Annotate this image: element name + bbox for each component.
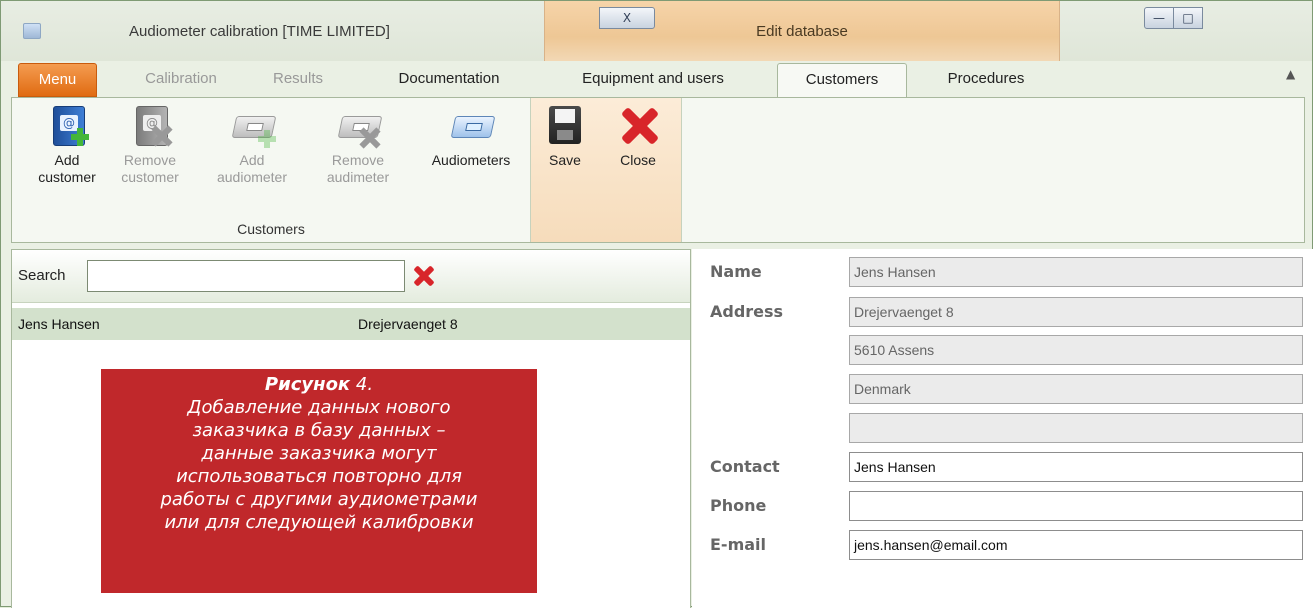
name-label: Name	[710, 262, 762, 281]
application-window: Audiometer calibration [TIME LIMITED] Ed…	[0, 0, 1313, 608]
tab-equipment-and-users[interactable]: Equipment and users	[553, 63, 753, 97]
remove-customer-button[interactable]: @ Remove customer	[112, 106, 188, 186]
caption-line: данные заказчика могут	[201, 443, 437, 464]
figure-caption: Рисунок 4. Добавление данных нового зака…	[101, 369, 537, 593]
ribbon-group-customers: @ Add customer @ Remove customer Add aud…	[12, 98, 531, 242]
tab-customers[interactable]: Customers	[777, 63, 907, 99]
tab-procedures[interactable]: Procedures	[926, 63, 1046, 97]
phone-field[interactable]	[849, 491, 1303, 521]
audiometer-remove-icon	[336, 106, 383, 148]
add-audiometer-label-line2: audiometer	[216, 169, 288, 185]
save-button[interactable]: Save	[542, 106, 588, 169]
email-label: E-mail	[710, 535, 767, 554]
add-customer-label-line2: customer	[38, 169, 96, 185]
maximize-button[interactable]: □	[1173, 7, 1203, 29]
audiometer-icon	[449, 106, 496, 148]
phone-label: Phone	[710, 496, 767, 515]
chevron-up-icon[interactable]: ▲	[1286, 67, 1295, 81]
address-book-remove-icon: @	[128, 106, 172, 148]
add-customer-label-line1: Add	[54, 152, 80, 168]
app-icon[interactable]	[23, 23, 41, 39]
audiometer-add-icon	[230, 106, 277, 148]
search-bar: Search	[12, 250, 690, 303]
close-icon	[616, 106, 660, 148]
remove-customer-label-line2: customer	[121, 169, 179, 185]
search-label: Search	[18, 267, 66, 284]
audiometers-label: Audiometers	[431, 152, 511, 168]
customer-details-pane: Name Jens Hansen Address Drejervaenget 8…	[692, 249, 1313, 608]
ribbon-group-label: Customers	[237, 221, 305, 237]
minimize-button[interactable]: —	[1144, 7, 1174, 29]
address-label: Address	[710, 302, 784, 321]
caption-line: Добавление данных нового	[187, 397, 451, 418]
contact-label: Contact	[710, 457, 780, 476]
close-window-button[interactable]: X	[599, 7, 655, 29]
caption-heading-number: 4.	[350, 374, 374, 395]
customer-address-cell: Drejervaenget 8	[358, 316, 458, 332]
address-line4-field[interactable]	[849, 413, 1303, 443]
remove-audimeter-label-line2: audimeter	[326, 169, 390, 185]
caption-line: использоваться повторно для	[176, 466, 462, 487]
caption-heading: Рисунок 4.	[109, 373, 529, 396]
caption-heading-bold: Рисунок	[264, 374, 351, 395]
ribbon-group-edit: Save Close	[531, 98, 682, 242]
caption-line: работы с другими аудиометрами	[160, 489, 478, 510]
tab-results[interactable]: Results	[263, 63, 333, 97]
search-input[interactable]	[87, 260, 405, 292]
clear-search-icon[interactable]	[414, 266, 434, 286]
address-line2-field[interactable]: 5610 Assens	[849, 335, 1303, 365]
name-field[interactable]: Jens Hansen	[849, 257, 1303, 287]
email-field[interactable]: jens.hansen@email.com	[849, 530, 1303, 560]
floppy-disk-icon	[543, 106, 587, 148]
title-bar: Audiometer calibration [TIME LIMITED] Ed…	[1, 1, 1312, 61]
close-label: Close	[620, 152, 656, 168]
add-customer-button[interactable]: @ Add customer	[32, 106, 102, 186]
address-book-add-icon: @	[45, 106, 89, 148]
ribbon: @ Add customer @ Remove customer Add aud…	[11, 97, 1305, 243]
remove-audimeter-button[interactable]: Remove audimeter	[317, 106, 399, 186]
tab-menu[interactable]: Menu	[18, 63, 97, 97]
customer-name-cell: Jens Hansen	[18, 316, 100, 332]
remove-customer-label-line1: Remove	[123, 152, 177, 168]
address-line1-field[interactable]: Drejervaenget 8	[849, 297, 1303, 327]
table-row[interactable]: Jens Hansen Drejervaenget 8	[12, 308, 690, 340]
remove-audimeter-label-line1: Remove	[331, 152, 385, 168]
add-audiometer-button[interactable]: Add audiometer	[207, 106, 297, 186]
contact-field[interactable]: Jens Hansen	[849, 452, 1303, 482]
window-title: Audiometer calibration [TIME LIMITED]	[129, 23, 390, 40]
save-label: Save	[549, 152, 581, 168]
close-button[interactable]: Close	[610, 106, 666, 169]
tab-calibration[interactable]: Calibration	[121, 63, 241, 97]
address-line3-field[interactable]: Denmark	[849, 374, 1303, 404]
audiometers-button[interactable]: Audiometers	[419, 106, 523, 169]
add-audiometer-label-line1: Add	[239, 152, 265, 168]
tab-documentation[interactable]: Documentation	[379, 63, 519, 97]
caption-line: заказчика в базу данных –	[192, 420, 446, 441]
caption-line: или для следующей калибровки	[164, 512, 474, 533]
